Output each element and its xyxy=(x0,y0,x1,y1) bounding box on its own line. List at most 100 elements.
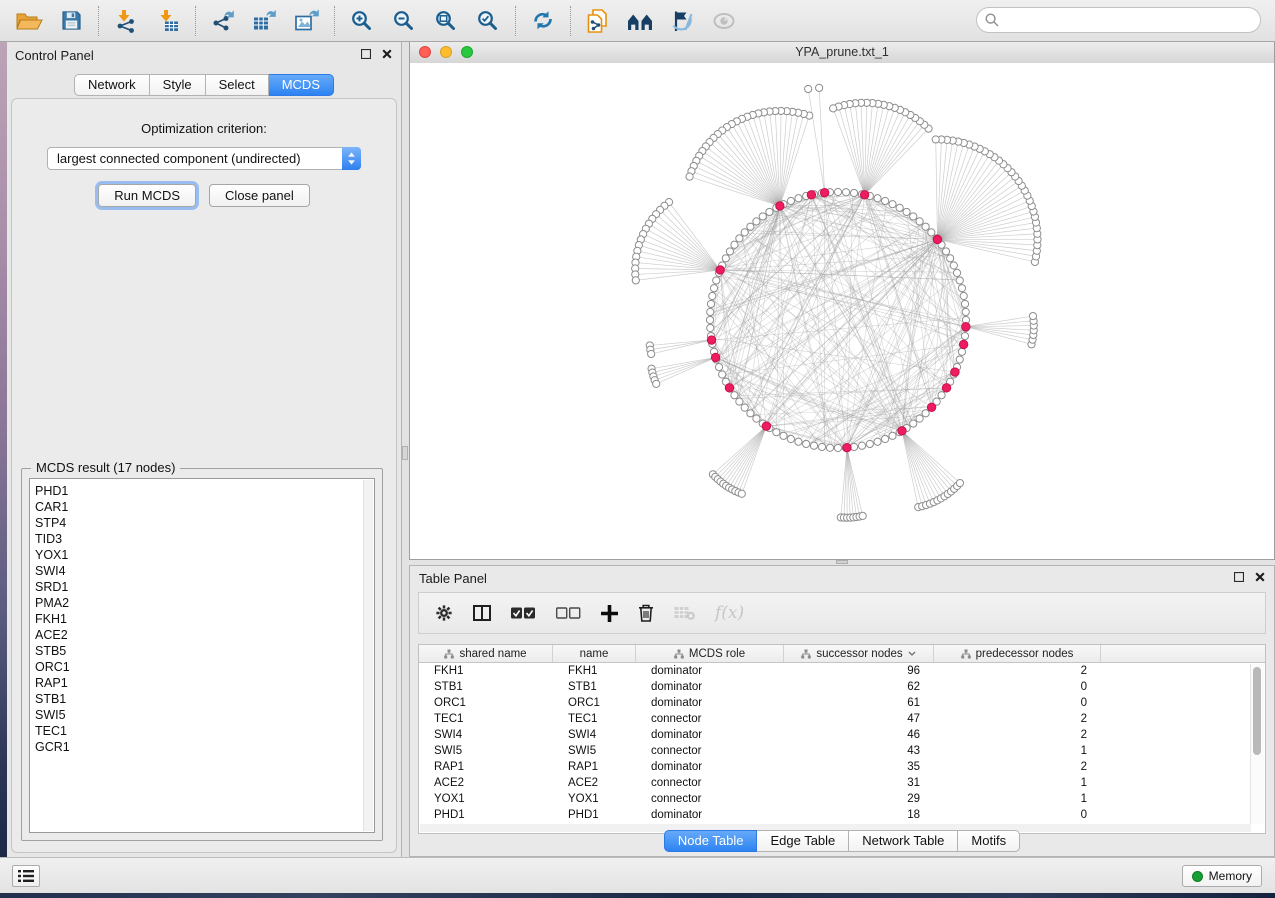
cell-predecessor-nodes[interactable]: 0 xyxy=(934,809,1101,821)
column-header-name[interactable]: name xyxy=(553,645,636,662)
delete-table-button[interactable] xyxy=(674,606,695,620)
close-table-panel-icon[interactable] xyxy=(1255,572,1265,582)
cell-name[interactable]: ACE2 xyxy=(553,777,636,789)
cell-name[interactable]: SWI5 xyxy=(553,745,636,757)
window-zoom-button[interactable] xyxy=(461,46,473,58)
tab-mcds[interactable]: MCDS xyxy=(269,74,334,96)
save-session-button[interactable] xyxy=(56,7,86,35)
mcds-result-item[interactable]: SRD1 xyxy=(35,579,374,595)
mcds-result-list[interactable]: PHD1CAR1STP4TID3YOX1SWI4SRD1PMA2FKH1ACE2… xyxy=(29,478,375,833)
clear-selection-button[interactable] xyxy=(556,607,581,619)
cell-successor-nodes[interactable]: 61 xyxy=(784,697,934,709)
mcds-result-item[interactable]: STB5 xyxy=(35,643,374,659)
column-visibility-button[interactable] xyxy=(473,605,491,621)
cell-successor-nodes[interactable]: 47 xyxy=(784,713,934,725)
table-row[interactable]: YOX1YOX1connector291 xyxy=(419,791,1265,807)
tab-node-table[interactable]: Node Table xyxy=(664,830,758,852)
cell-name[interactable]: TEC1 xyxy=(553,713,636,725)
cell-shared-name[interactable]: ORC1 xyxy=(419,697,553,709)
cell-shared-name[interactable]: RAP1 xyxy=(419,761,553,773)
table-row[interactable]: ORC1ORC1dominator610 xyxy=(419,695,1265,711)
table-settings-button[interactable] xyxy=(435,604,453,622)
vertical-splitter-handle[interactable] xyxy=(402,446,408,460)
cell-shared-name[interactable]: FKH1 xyxy=(419,665,553,677)
cell-predecessor-nodes[interactable]: 2 xyxy=(934,713,1101,725)
cell-successor-nodes[interactable]: 31 xyxy=(784,777,934,789)
mcds-result-item[interactable]: STB1 xyxy=(35,691,374,707)
cell-MCDS-role[interactable]: dominator xyxy=(636,809,784,821)
cell-predecessor-nodes[interactable]: 2 xyxy=(934,761,1101,773)
cell-shared-name[interactable]: ACE2 xyxy=(419,777,553,789)
table-row[interactable]: STB1STB1dominator620 xyxy=(419,679,1265,695)
add-column-button[interactable] xyxy=(601,605,618,622)
mcds-result-item[interactable]: ACE2 xyxy=(35,627,374,643)
export-image-button[interactable] xyxy=(292,7,322,35)
table-row[interactable]: FKH1FKH1dominator962 xyxy=(419,663,1265,679)
table-row[interactable]: ACE2ACE2connector311 xyxy=(419,775,1265,791)
table-row[interactable]: PHD1PHD1dominator180 xyxy=(419,807,1265,823)
cell-MCDS-role[interactable]: connector xyxy=(636,713,784,725)
search-input[interactable] xyxy=(999,13,1260,28)
mcds-result-item[interactable]: CAR1 xyxy=(35,499,374,515)
zoom-selected-button[interactable] xyxy=(473,7,503,35)
mcds-result-item[interactable]: FKH1 xyxy=(35,611,374,627)
cell-predecessor-nodes[interactable]: 1 xyxy=(934,745,1101,757)
hide-selected-button[interactable] xyxy=(667,7,697,35)
network-canvas[interactable] xyxy=(410,63,1274,559)
mcds-result-item[interactable]: YOX1 xyxy=(35,547,374,563)
function-builder-button[interactable]: f(x) xyxy=(715,603,744,623)
import-table-button[interactable] xyxy=(153,7,183,35)
first-neighbors-button[interactable] xyxy=(625,7,655,35)
mcds-result-item[interactable]: PMA2 xyxy=(35,595,374,611)
scrollbar-thumb[interactable] xyxy=(1253,667,1261,755)
close-panel-icon[interactable] xyxy=(382,49,392,59)
zoom-in-button[interactable] xyxy=(347,7,377,35)
mcds-result-item[interactable]: TID3 xyxy=(35,531,374,547)
tab-edge-table[interactable]: Edge Table xyxy=(757,830,849,852)
cell-MCDS-role[interactable]: dominator xyxy=(636,697,784,709)
column-header-MCDS-role[interactable]: MCDS role xyxy=(636,645,784,662)
column-header-shared-name[interactable]: shared name xyxy=(419,645,553,662)
vertical-splitter[interactable] xyxy=(402,41,409,857)
cell-MCDS-role[interactable]: connector xyxy=(636,745,784,757)
cell-shared-name[interactable]: SWI5 xyxy=(419,745,553,757)
cell-MCDS-role[interactable]: dominator xyxy=(636,729,784,741)
float-table-panel-icon[interactable] xyxy=(1234,572,1244,582)
zoom-fit-button[interactable] xyxy=(431,7,461,35)
cell-predecessor-nodes[interactable]: 0 xyxy=(934,697,1101,709)
show-panels-button[interactable] xyxy=(12,865,40,887)
mcds-result-item[interactable]: SWI4 xyxy=(35,563,374,579)
horizontal-splitter-handle[interactable] xyxy=(836,560,848,564)
import-network-button[interactable] xyxy=(111,7,141,35)
cell-name[interactable]: FKH1 xyxy=(553,665,636,677)
mcds-result-item[interactable]: RAP1 xyxy=(35,675,374,691)
delete-column-button[interactable] xyxy=(638,604,654,622)
cell-successor-nodes[interactable]: 96 xyxy=(784,665,934,677)
run-mcds-button[interactable]: Run MCDS xyxy=(98,184,196,207)
cell-MCDS-role[interactable]: dominator xyxy=(636,681,784,693)
cell-shared-name[interactable]: TEC1 xyxy=(419,713,553,725)
cell-name[interactable]: STB1 xyxy=(553,681,636,693)
tab-motifs[interactable]: Motifs xyxy=(958,830,1020,852)
cell-name[interactable]: SWI4 xyxy=(553,729,636,741)
column-header-successor-nodes[interactable]: successor nodes xyxy=(784,645,934,662)
column-header-predecessor-nodes[interactable]: predecessor nodes xyxy=(934,645,1101,662)
float-panel-icon[interactable] xyxy=(361,49,371,59)
cell-successor-nodes[interactable]: 46 xyxy=(784,729,934,741)
export-network-button[interactable] xyxy=(208,7,238,35)
cell-shared-name[interactable]: STB1 xyxy=(419,681,553,693)
cell-predecessor-nodes[interactable]: 0 xyxy=(934,681,1101,693)
cell-name[interactable]: RAP1 xyxy=(553,761,636,773)
cell-predecessor-nodes[interactable]: 2 xyxy=(934,665,1101,677)
cell-successor-nodes[interactable]: 29 xyxy=(784,793,934,805)
refresh-view-button[interactable] xyxy=(528,7,558,35)
select-all-rows-button[interactable] xyxy=(511,607,536,619)
cell-shared-name[interactable]: PHD1 xyxy=(419,809,553,821)
network-graph[interactable] xyxy=(410,63,1274,559)
search-box[interactable] xyxy=(976,7,1261,33)
cell-MCDS-role[interactable]: dominator xyxy=(636,761,784,773)
cell-shared-name[interactable]: SWI4 xyxy=(419,729,553,741)
cell-successor-nodes[interactable]: 18 xyxy=(784,809,934,821)
result-list-scrollbar[interactable] xyxy=(363,480,373,831)
clone-network-button[interactable] xyxy=(583,7,613,35)
